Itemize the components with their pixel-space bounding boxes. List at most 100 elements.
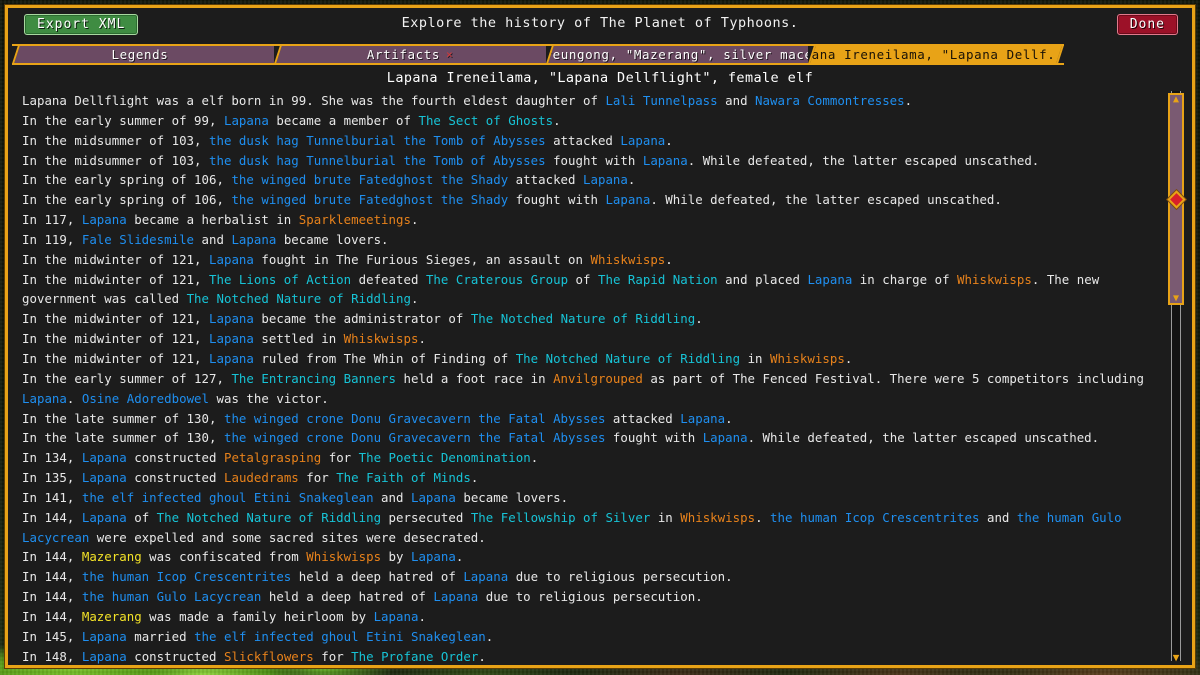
- event-link-blue[interactable]: Lapana: [680, 411, 725, 426]
- event-link-blue[interactable]: Lapana: [643, 153, 688, 168]
- event-text: due to religious persecution.: [508, 569, 733, 585]
- event-link-blue[interactable]: Osine Adoredbowel: [82, 391, 209, 406]
- event-link-cyan[interactable]: The Profane Order: [351, 649, 478, 664]
- event-link-yellow[interactable]: Mazerang: [82, 549, 142, 564]
- tab-artifacts[interactable]: Artifacts ×: [274, 44, 546, 65]
- event-link-blue[interactable]: the dusk hag Tunnelburial the Tomb of Ab…: [209, 133, 546, 148]
- tab-figure-lapana[interactable]: Lapana Ireneilama, "Lapana Dellf... ×: [808, 44, 1064, 65]
- event-link-blue[interactable]: Lapana: [82, 510, 127, 525]
- event-link-blue[interactable]: Lapana: [620, 133, 665, 148]
- event-link-blue[interactable]: Lapana: [209, 331, 254, 346]
- event-text: was confiscated from: [141, 549, 307, 565]
- event-link-cyan[interactable]: The Faith of Minds: [336, 470, 471, 485]
- event-link-orange[interactable]: Petalgrasping: [224, 450, 321, 465]
- event-link-blue[interactable]: Lapana: [463, 569, 508, 584]
- event-link-blue[interactable]: the winged crone Donu Gravecavern the Fa…: [224, 430, 605, 445]
- event-link-blue[interactable]: Lapana: [605, 192, 650, 207]
- scrollbar-thumb[interactable]: ▲ ▼: [1168, 93, 1184, 305]
- event-link-cyan[interactable]: The Entrancing Banners: [231, 371, 396, 386]
- event-link-blue[interactable]: Lapana: [209, 351, 254, 366]
- event-link-blue[interactable]: Lapana: [22, 391, 67, 406]
- event-text: In 141,: [22, 489, 82, 505]
- event-link-cyan[interactable]: The Notched Nature of Riddling: [187, 291, 411, 306]
- event-link-cyan[interactable]: The Notched Nature of Riddling: [157, 510, 381, 525]
- tab-artifact-mazerang[interactable]: Kureungong, "Mazerang", silver mace ×: [546, 44, 808, 65]
- event-link-orange[interactable]: Whiskwisps: [680, 510, 755, 525]
- tab-artifacts-close-icon[interactable]: ×: [446, 48, 453, 61]
- event-link-blue[interactable]: the dusk hag Tunnelburial the Tomb of Ab…: [209, 153, 546, 168]
- event-link-orange[interactable]: Sparklemeetings: [299, 212, 411, 227]
- subject-heading: Lapana Ireneilama, "Lapana Dellflight", …: [8, 65, 1192, 89]
- event-text: In 148,: [22, 648, 82, 664]
- event-link-cyan[interactable]: The Sect of Ghosts: [418, 113, 553, 128]
- event-text: . While defeated, the latter escaped uns…: [650, 192, 1002, 208]
- event-link-cyan[interactable]: The Poetic Denomination: [359, 450, 531, 465]
- event-link-orange[interactable]: Whiskwisps: [770, 351, 845, 366]
- event-link-blue[interactable]: Lapana: [583, 172, 628, 187]
- event-link-blue[interactable]: Lapana: [411, 490, 456, 505]
- event-text: In the midwinter of 121,: [22, 271, 209, 287]
- event-link-blue[interactable]: Lapana: [807, 272, 852, 287]
- event-link-blue[interactable]: Lapana: [82, 212, 127, 227]
- event-text: constructed: [126, 648, 224, 664]
- event-link-blue[interactable]: Nawara Commontresses: [755, 93, 905, 108]
- event-link-blue[interactable]: Fale Slidesmile: [82, 232, 194, 247]
- event-link-blue[interactable]: Lapana: [82, 450, 127, 465]
- event-link-cyan[interactable]: The Fellowship of Silver: [471, 510, 651, 525]
- event-link-blue[interactable]: Lapana: [82, 629, 127, 644]
- scrollbar-thumb-bottom-arrow-icon[interactable]: ▼: [1170, 294, 1182, 304]
- tab-legends[interactable]: Legends: [12, 44, 274, 65]
- event-link-blue[interactable]: the human Gulo Lacycrean: [82, 589, 262, 604]
- scrollbar-up-arrow-icon[interactable]: ▲: [1170, 95, 1182, 105]
- event-link-yellow[interactable]: Mazerang: [82, 609, 142, 624]
- event-text: of: [126, 509, 157, 525]
- event-link-blue[interactable]: the winged brute Fatedghost the Shady: [231, 192, 508, 207]
- event-link-blue[interactable]: the elf infected ghoul Etini Snakeglean: [194, 629, 486, 644]
- event-link-orange[interactable]: Laudedrams: [224, 470, 299, 485]
- event-line: In 144, Lapana of The Notched Nature of …: [22, 508, 1144, 548]
- event-link-blue[interactable]: the winged brute Fatedghost the Shady: [231, 172, 508, 187]
- explore-title: Explore the history of The Planet of Typ…: [401, 15, 799, 31]
- event-text: In the midwinter of 121,: [22, 251, 209, 267]
- event-link-cyan[interactable]: The Notched Nature of Riddling: [471, 311, 695, 326]
- event-link-blue[interactable]: Lapana: [374, 609, 419, 624]
- scrollbar-down-arrow-icon[interactable]: ▼: [1168, 652, 1184, 663]
- event-link-blue[interactable]: Lapana: [209, 311, 254, 326]
- event-link-blue[interactable]: the human Icop Crescentrites: [770, 510, 979, 525]
- event-link-cyan[interactable]: The Notched Nature of Riddling: [516, 351, 740, 366]
- event-link-blue[interactable]: the human Icop Crescentrites: [82, 569, 291, 584]
- event-link-blue[interactable]: Lapana: [82, 649, 127, 664]
- event-text: settled in: [253, 331, 344, 347]
- event-text: fought with: [605, 430, 703, 446]
- event-link-blue[interactable]: Lapana: [224, 113, 269, 128]
- event-link-blue[interactable]: Lapana: [231, 232, 276, 247]
- event-link-orange[interactable]: Whiskwisps: [344, 331, 419, 346]
- event-link-blue[interactable]: the elf infected ghoul Etini Snakeglean: [82, 490, 374, 505]
- event-link-blue[interactable]: the winged crone Donu Gravecavern the Fa…: [224, 411, 605, 426]
- event-text: ruled from The Whin of Finding of: [253, 350, 516, 366]
- event-link-cyan[interactable]: The Lions of Action: [209, 272, 351, 287]
- event-link-orange[interactable]: Anvilgrouped: [553, 371, 643, 386]
- event-text: for: [321, 450, 359, 466]
- event-text: constructed: [126, 470, 224, 486]
- event-link-blue[interactable]: Lali Tunnelpass: [605, 93, 717, 108]
- event-link-blue[interactable]: Lapana: [433, 589, 478, 604]
- event-link-orange[interactable]: Slickflowers: [224, 649, 314, 664]
- event-link-blue[interactable]: Lapana: [411, 549, 456, 564]
- event-link-blue[interactable]: Lapana: [82, 470, 127, 485]
- event-line: In the early summer of 99, Lapana became…: [22, 111, 1144, 131]
- history-scrollbar[interactable]: ▲ ▼ ▼: [1168, 91, 1184, 663]
- event-link-cyan[interactable]: The Rapid Nation: [598, 272, 718, 287]
- event-link-blue[interactable]: Lapana: [703, 430, 748, 445]
- event-link-cyan[interactable]: The Craterous Group: [426, 272, 568, 287]
- event-text: and: [194, 231, 232, 247]
- event-link-orange[interactable]: Whiskwisps: [957, 272, 1032, 287]
- event-link-orange[interactable]: Whiskwisps: [590, 252, 665, 267]
- event-text: .: [627, 172, 636, 188]
- done-button[interactable]: Done: [1116, 14, 1178, 35]
- event-text: fought with: [545, 152, 643, 168]
- event-link-blue[interactable]: Lapana: [209, 252, 254, 267]
- event-text: In the midwinter of 121,: [22, 331, 209, 347]
- event-link-orange[interactable]: Whiskwisps: [306, 549, 381, 564]
- event-text: were expelled and some sacred sites were…: [89, 529, 486, 545]
